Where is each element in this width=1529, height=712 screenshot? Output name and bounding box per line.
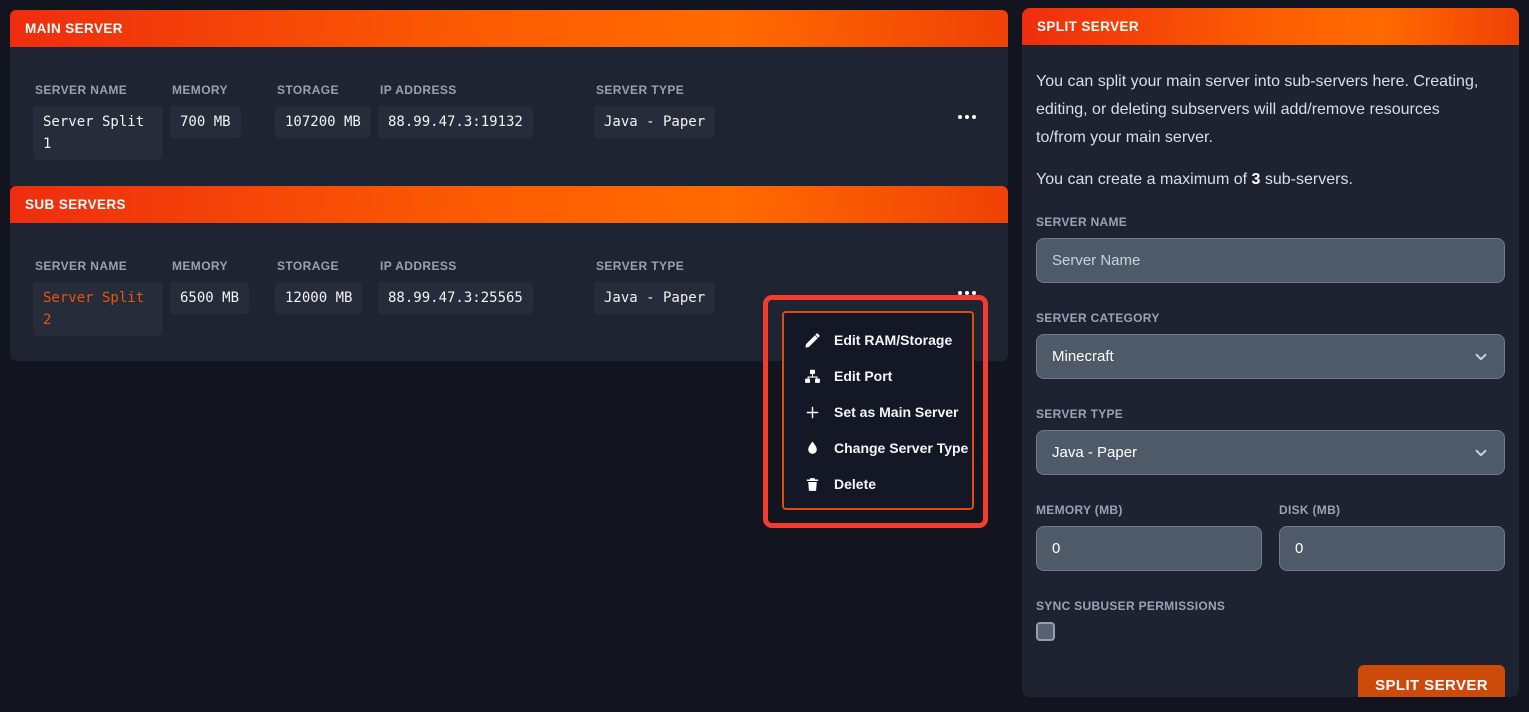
sitemap-icon bbox=[804, 368, 821, 385]
main-server-actions-menu-button[interactable] bbox=[956, 109, 978, 125]
main-server-storage-value: 107200 MB bbox=[275, 106, 371, 138]
main-col-server-name: SERVER NAME bbox=[33, 83, 163, 97]
main-col-memory: MEMORY bbox=[170, 83, 241, 97]
main-server-name-value: Server Split 1 bbox=[33, 106, 163, 160]
trash-icon bbox=[804, 476, 821, 493]
split-server-button[interactable]: SPLIT SERVER bbox=[1358, 665, 1505, 697]
memory-label: MEMORY (MB) bbox=[1036, 503, 1262, 517]
disk-input[interactable] bbox=[1279, 526, 1505, 571]
sub-col-memory: MEMORY bbox=[170, 259, 249, 273]
sub-servers-header: SUB SERVERS bbox=[10, 186, 1008, 223]
server-name-input[interactable] bbox=[1036, 238, 1505, 283]
sub-server-memory-value: 6500 MB bbox=[170, 282, 249, 314]
split-server-title: SPLIT SERVER bbox=[1037, 19, 1139, 34]
split-server-panel: SPLIT SERVER You can split your main ser… bbox=[1022, 8, 1519, 697]
menu-item-label: Edit RAM/Storage bbox=[834, 332, 952, 348]
chevron-down-icon bbox=[1473, 445, 1489, 461]
memory-input[interactable] bbox=[1036, 526, 1262, 571]
server-category-value: Minecraft bbox=[1052, 348, 1114, 365]
main-server-type-value: Java - Paper bbox=[594, 106, 715, 138]
page: MAIN SERVER SERVER NAME Server Split 1 M… bbox=[0, 0, 1529, 712]
menu-item-delete[interactable]: Delete bbox=[784, 466, 972, 502]
server-type-label: SERVER TYPE bbox=[1036, 407, 1505, 421]
sub-server-context-menu: Edit RAM/Storage Edit Port Set as Main S… bbox=[782, 311, 974, 510]
split-server-max-note: You can create a maximum of 3 sub-server… bbox=[1036, 166, 1505, 194]
sub-col-storage: STORAGE bbox=[275, 259, 362, 273]
sub-col-ip: IP ADDRESS bbox=[378, 259, 533, 273]
main-col-storage: STORAGE bbox=[275, 83, 371, 97]
sync-subuser-checkbox[interactable] bbox=[1036, 622, 1055, 641]
plus-icon bbox=[804, 404, 821, 421]
disk-label: DISK (MB) bbox=[1279, 503, 1505, 517]
chevron-down-icon bbox=[1473, 349, 1489, 365]
main-server-title: MAIN SERVER bbox=[25, 21, 123, 36]
sub-col-type: SERVER TYPE bbox=[594, 259, 715, 273]
menu-item-change-server-type[interactable]: Change Server Type bbox=[784, 430, 972, 466]
menu-item-label: Edit Port bbox=[834, 368, 892, 384]
server-category-select[interactable]: Minecraft bbox=[1036, 334, 1505, 379]
menu-item-edit-port[interactable]: Edit Port bbox=[784, 358, 972, 394]
sub-server-ip-value: 88.99.47.3:25565 bbox=[378, 282, 533, 314]
sub-server-type-value: Java - Paper bbox=[594, 282, 715, 314]
sub-server-storage-value: 12000 MB bbox=[275, 282, 362, 314]
main-server-panel: SERVER NAME Server Split 1 MEMORY 700 MB… bbox=[10, 47, 1008, 186]
server-type-value: Java - Paper bbox=[1052, 444, 1137, 461]
main-col-ip: IP ADDRESS bbox=[378, 83, 533, 97]
main-server-memory-value: 700 MB bbox=[170, 106, 241, 138]
server-name-label: SERVER NAME bbox=[1036, 215, 1505, 229]
split-server-header: SPLIT SERVER bbox=[1022, 8, 1519, 45]
main-server-header: MAIN SERVER bbox=[10, 10, 1008, 47]
menu-item-edit-ram-storage[interactable]: Edit RAM/Storage bbox=[784, 322, 972, 358]
menu-item-label: Set as Main Server bbox=[834, 404, 959, 420]
server-type-select[interactable]: Java - Paper bbox=[1036, 430, 1505, 475]
pencil-icon bbox=[804, 332, 821, 349]
menu-item-label: Change Server Type bbox=[834, 440, 968, 456]
menu-item-set-as-main[interactable]: Set as Main Server bbox=[784, 394, 972, 430]
menu-item-label: Delete bbox=[834, 476, 876, 492]
droplet-icon bbox=[804, 440, 821, 457]
annotation-highlight-box: Edit RAM/Storage Edit Port Set as Main S… bbox=[763, 295, 988, 528]
sub-col-server-name: SERVER NAME bbox=[33, 259, 163, 273]
server-category-label: SERVER CATEGORY bbox=[1036, 311, 1505, 325]
split-server-description: You can split your main server into sub-… bbox=[1036, 68, 1505, 152]
sub-servers-title: SUB SERVERS bbox=[25, 197, 126, 212]
main-col-type: SERVER TYPE bbox=[594, 83, 715, 97]
sub-server-name-value: Server Split 2 bbox=[33, 282, 163, 336]
main-server-ip-value: 88.99.47.3:19132 bbox=[378, 106, 533, 138]
sync-subuser-permissions-label: SYNC SUBUSER PERMISSIONS bbox=[1036, 599, 1505, 613]
